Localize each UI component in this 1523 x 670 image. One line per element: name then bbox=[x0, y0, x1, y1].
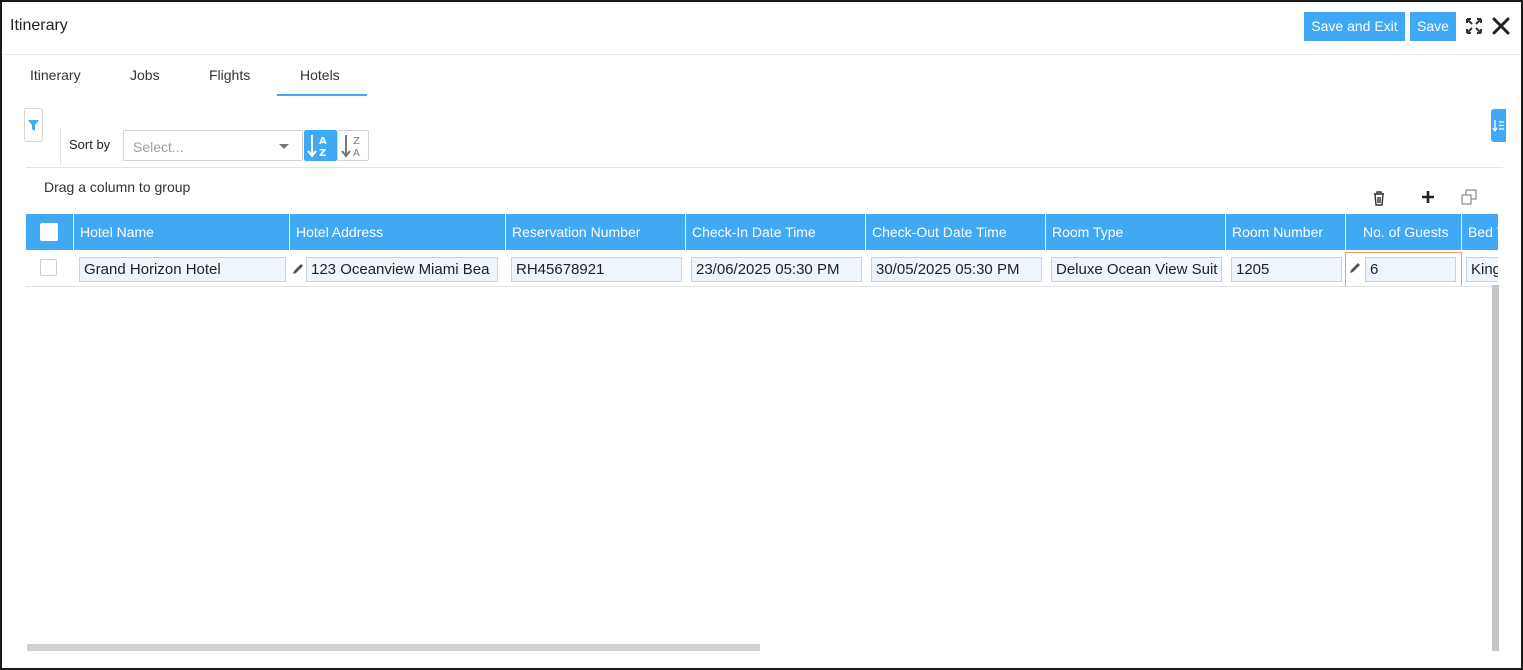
copy-icon[interactable] bbox=[1460, 188, 1478, 206]
itinerary-dialog: Itinerary Save and Exit Save Itinerary J… bbox=[0, 0, 1523, 670]
column-header-hotel-name[interactable]: Hotel Name bbox=[74, 214, 290, 250]
check-in-field[interactable]: 23/06/2025 05:30 PM bbox=[691, 257, 862, 282]
dialog-title: Itinerary bbox=[10, 17, 68, 34]
column-header-check-out[interactable]: Check-Out Date Time bbox=[866, 214, 1046, 250]
reservation-number-field[interactable]: RH45678921 bbox=[511, 257, 682, 282]
pencil-icon[interactable] bbox=[1348, 261, 1362, 275]
expand-icon[interactable] bbox=[1464, 16, 1484, 36]
svg-text:Z: Z bbox=[353, 136, 360, 147]
header-select-all-cell bbox=[26, 214, 74, 250]
sort-desc-icon: Z A bbox=[341, 135, 360, 159]
bed-type-field[interactable]: King bbox=[1466, 257, 1498, 282]
check-out-field[interactable]: 30/05/2025 05:30 PM bbox=[871, 257, 1042, 282]
grid-header: Hotel Name Hotel Address Reservation Num… bbox=[26, 214, 1498, 250]
plus-icon[interactable] bbox=[1420, 189, 1436, 205]
trash-icon[interactable] bbox=[1371, 189, 1387, 207]
room-number-field[interactable]: 1205 bbox=[1231, 257, 1342, 282]
group-panel-hint: Drag a column to group bbox=[44, 179, 191, 195]
row-select-checkbox[interactable] bbox=[40, 259, 57, 276]
column-header-room-number[interactable]: Room Number bbox=[1226, 214, 1346, 250]
column-header-hotel-address[interactable]: Hotel Address bbox=[290, 214, 506, 250]
tab-flights[interactable]: Flights bbox=[209, 66, 250, 96]
close-icon[interactable] bbox=[1490, 15, 1512, 37]
header-divider bbox=[2, 54, 1521, 55]
svg-text:A: A bbox=[319, 136, 327, 147]
column-header-bed-type[interactable]: Bed T bbox=[1462, 214, 1498, 250]
vertical-scrollbar[interactable] bbox=[1492, 285, 1499, 651]
table-row[interactable]: Grand Horizon Hotel 123 Oceanview Miami … bbox=[26, 250, 1498, 287]
toolbar-divider bbox=[26, 167, 1503, 168]
pencil-icon[interactable] bbox=[291, 262, 305, 276]
svg-text:A: A bbox=[353, 148, 360, 159]
sort-by-label: Sort by bbox=[69, 137, 111, 152]
column-header-check-in[interactable]: Check-In Date Time bbox=[686, 214, 866, 250]
filter-toggle-button[interactable] bbox=[24, 108, 43, 142]
hotel-address-field[interactable]: 123 Oceanview Miami Bea bbox=[306, 257, 498, 282]
tab-jobs[interactable]: Jobs bbox=[130, 66, 160, 96]
room-type-field[interactable]: Deluxe Ocean View Suit bbox=[1051, 257, 1222, 282]
column-header-room-type[interactable]: Room Type bbox=[1046, 214, 1226, 250]
chevron-down-icon bbox=[279, 144, 289, 149]
filter-icon bbox=[28, 119, 39, 131]
column-chooser-button[interactable] bbox=[1491, 109, 1506, 142]
svg-text:Z: Z bbox=[319, 148, 326, 159]
select-all-checkbox[interactable] bbox=[40, 223, 58, 241]
sort-asc-icon: A Z bbox=[307, 135, 327, 159]
guests-field[interactable]: 6 bbox=[1365, 257, 1456, 282]
toolbar-separator bbox=[60, 129, 61, 165]
save-button[interactable]: Save bbox=[1410, 12, 1456, 41]
column-header-guests[interactable]: No. of Guests bbox=[1346, 214, 1462, 250]
sort-by-select[interactable]: Select... bbox=[123, 130, 303, 161]
sort-by-placeholder: Select... bbox=[133, 139, 184, 155]
column-header-reservation-number[interactable]: Reservation Number bbox=[506, 214, 686, 250]
tab-hotels[interactable]: Hotels bbox=[277, 66, 367, 96]
sort-ascending-button[interactable]: A Z bbox=[304, 130, 337, 161]
save-and-exit-button[interactable]: Save and Exit bbox=[1304, 12, 1405, 41]
tab-itinerary[interactable]: Itinerary bbox=[30, 66, 81, 96]
horizontal-scrollbar[interactable] bbox=[27, 644, 760, 651]
hotel-name-field[interactable]: Grand Horizon Hotel bbox=[79, 257, 286, 282]
sort-descending-button[interactable]: Z A bbox=[337, 130, 369, 161]
column-chooser-icon bbox=[1492, 120, 1504, 133]
